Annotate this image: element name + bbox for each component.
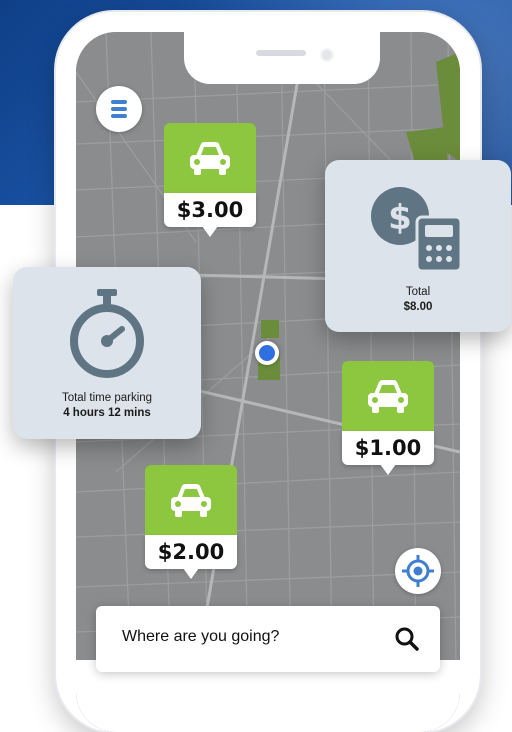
menu-button[interactable] <box>96 86 142 132</box>
car-icon <box>171 484 211 517</box>
marker-header <box>145 465 237 535</box>
hamburger-menu-icon <box>111 107 127 111</box>
front-camera <box>320 48 334 62</box>
marker-price: $2.00 <box>145 535 237 569</box>
svg-text:$: $ <box>388 198 412 238</box>
parking-marker[interactable]: $3.00 <box>164 123 256 237</box>
time-value: 4 hours 12 mins <box>63 407 151 419</box>
marker-price: $1.00 <box>342 431 434 465</box>
marker-price: $3.00 <box>164 193 256 227</box>
parking-time-card: Total time parking 4 hours 12 mins <box>13 267 201 439</box>
car-icon <box>368 380 408 413</box>
parking-marker[interactable]: $1.00 <box>342 361 434 475</box>
search-input[interactable]: Where are you going? <box>122 628 279 646</box>
dollar-calculator-icon: $ <box>371 187 463 272</box>
speaker-grille <box>256 50 306 56</box>
phone-notch <box>184 32 380 84</box>
car-icon <box>190 142 230 175</box>
search-icon[interactable] <box>394 626 420 652</box>
stopwatch-icon <box>70 289 144 378</box>
total-value: $8.00 <box>403 301 433 313</box>
crosshair-icon <box>402 555 434 587</box>
destination-search-bar[interactable]: Where are you going? <box>96 606 440 672</box>
total-cost-card: $ Total $8.00 <box>325 160 511 332</box>
marker-header <box>342 361 434 431</box>
marker-pointer <box>202 226 218 237</box>
marker-header <box>164 123 256 193</box>
hamburger-menu-icon <box>111 114 127 118</box>
marker-pointer <box>380 464 396 475</box>
current-location-dot <box>255 341 279 365</box>
locate-me-button[interactable] <box>395 548 441 594</box>
total-label: Total <box>405 286 431 298</box>
time-label: Total time parking <box>61 392 153 404</box>
marker-pointer <box>183 568 199 579</box>
parking-marker[interactable]: $2.00 <box>145 465 237 579</box>
hamburger-menu-icon <box>111 100 127 104</box>
